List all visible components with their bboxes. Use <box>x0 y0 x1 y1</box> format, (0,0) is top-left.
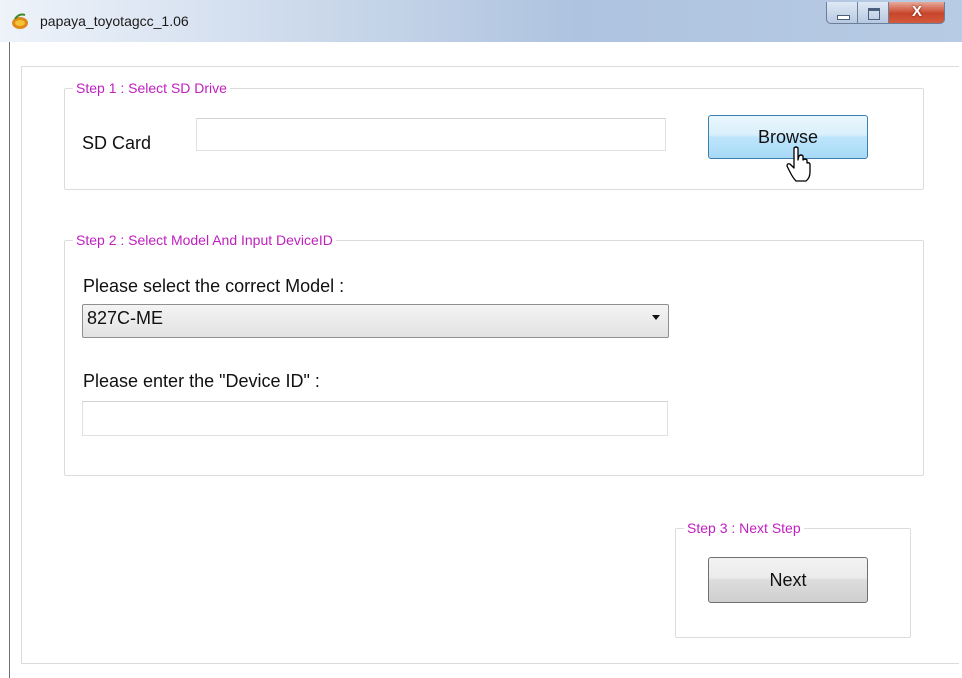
maximize-button[interactable] <box>858 2 889 24</box>
step3-legend: Step 3 : Next Step <box>687 520 801 536</box>
close-button[interactable]: X <box>889 2 945 24</box>
model-select-value: 827C-ME <box>87 308 164 328</box>
minimize-icon <box>837 15 850 20</box>
maximize-icon <box>868 8 880 20</box>
window-client-area: Step 1 : Select SD Drive SD Card Browse … <box>9 42 959 678</box>
title-bar: papaya_toyotagcc_1.06 X <box>0 0 962 42</box>
sd-card-label: SD Card <box>82 133 152 153</box>
minimize-button[interactable] <box>826 2 858 24</box>
step2-legend: Step 2 : Select Model And Input DeviceID <box>76 232 333 248</box>
window-title: papaya_toyotagcc_1.06 <box>40 13 189 29</box>
close-icon: X <box>911 3 922 20</box>
device-id-label: Please enter the "Device ID" : <box>83 371 320 391</box>
step1-legend: Step 1 : Select SD Drive <box>76 80 227 96</box>
sd-card-input[interactable] <box>196 118 666 151</box>
model-label: Please select the correct Model : <box>83 276 345 296</box>
device-id-input[interactable] <box>82 401 668 436</box>
step2-group: Step 2 : Select Model And Input DeviceID <box>64 232 924 476</box>
next-button[interactable]: Next <box>708 557 868 603</box>
hand-pointer-icon <box>786 146 811 182</box>
model-select[interactable]: 827C-ME <box>82 304 669 338</box>
main-panel: Step 1 : Select SD Drive SD Card Browse … <box>21 66 959 664</box>
app-icon <box>12 13 28 29</box>
chevron-down-icon <box>652 315 660 320</box>
